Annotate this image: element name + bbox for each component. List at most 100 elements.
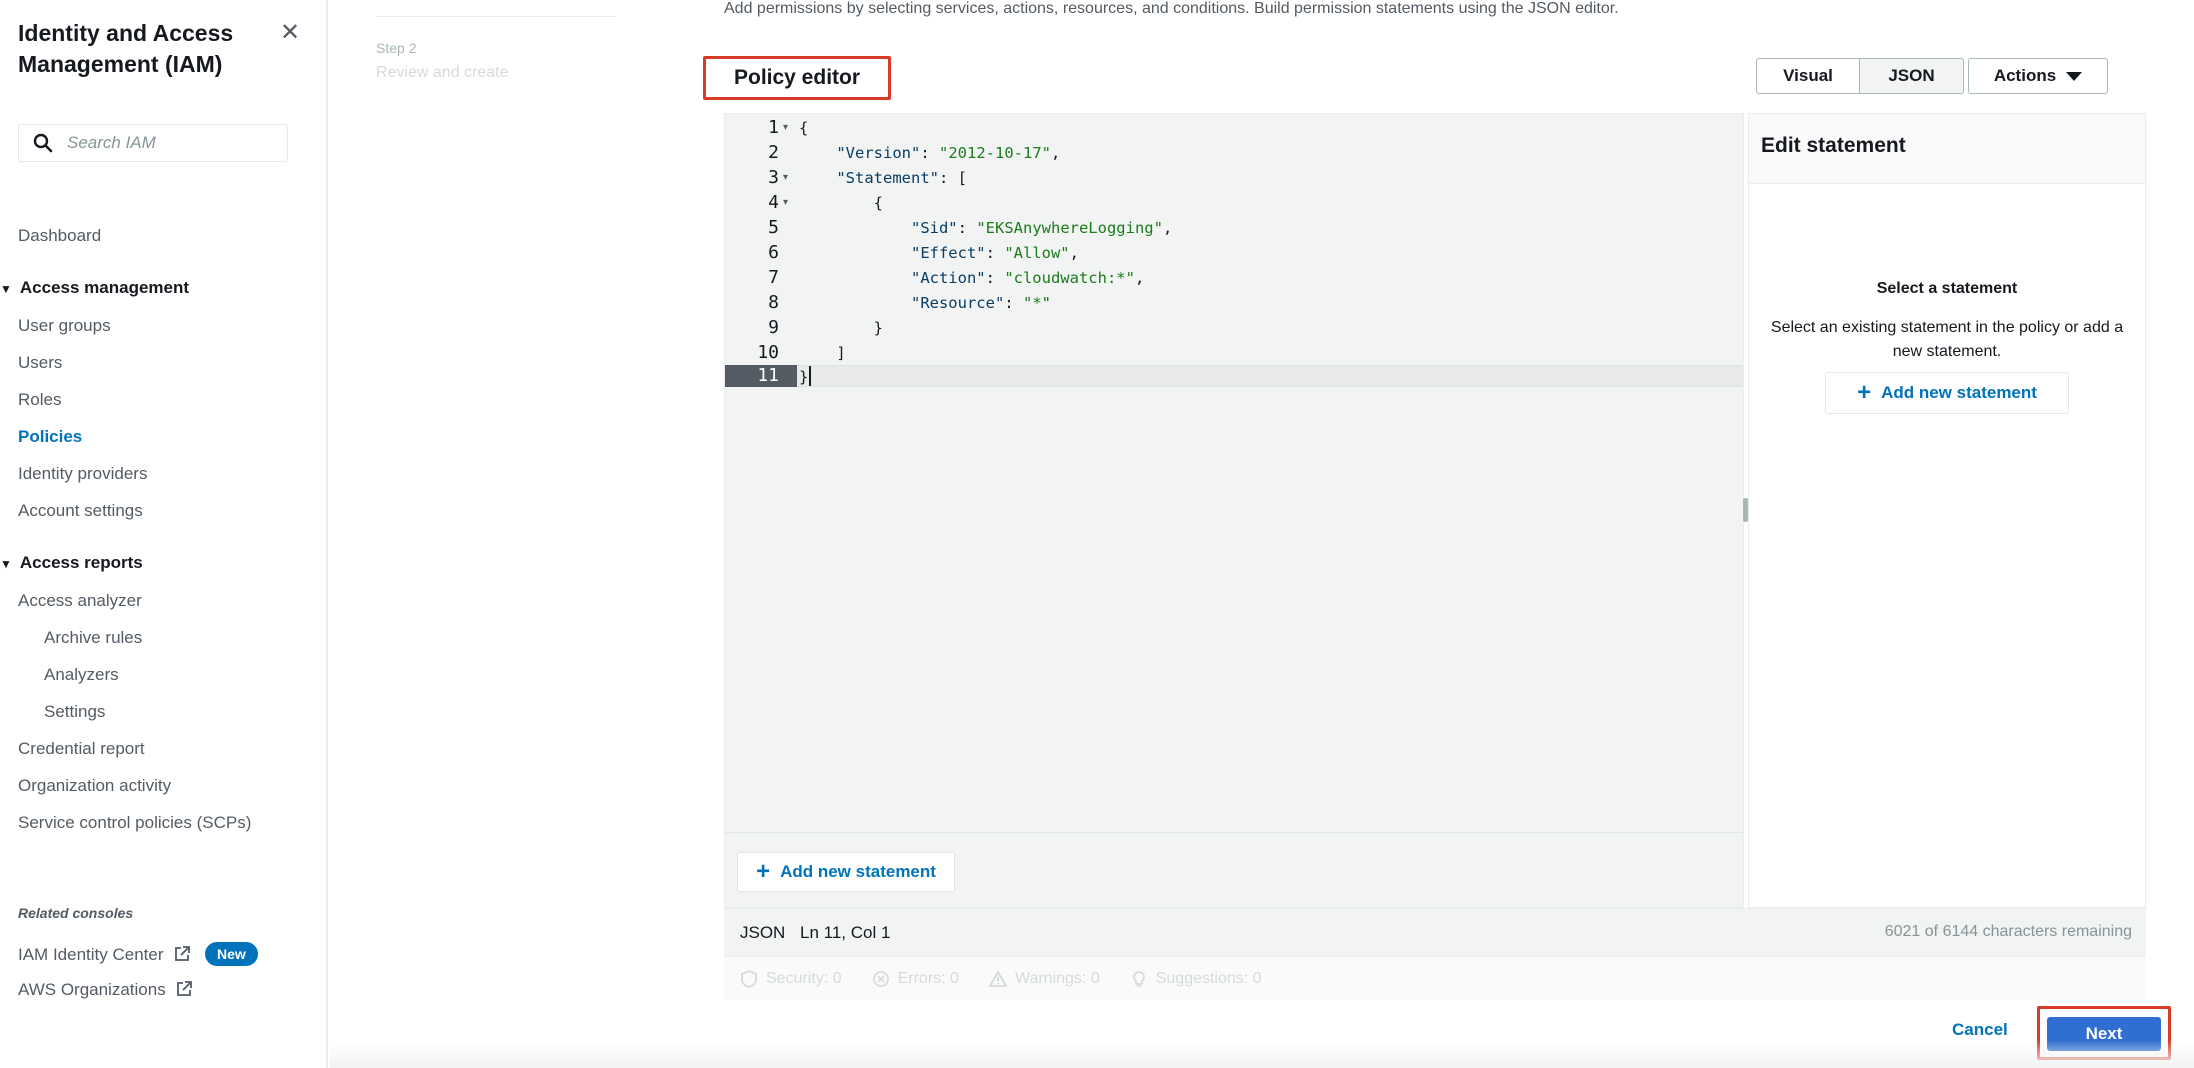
code-line: "Effect": "Allow", [910,244,1079,262]
button-label: Add new statement [1881,383,2037,402]
line-number-active: 11 [725,365,797,387]
code-line: "Sid": "EKSAnywhereLogging", [910,219,1173,237]
characters-remaining: 6021 of 6144 characters remaining [1884,923,2132,940]
security-count[interactable]: Security: 0 [740,970,842,988]
close-icon[interactable]: ✕ [280,18,300,47]
editor-mode-label: JSON [740,923,786,942]
code-line: } [799,319,883,337]
code-line: "Resource": "*" [910,294,1051,312]
select-statement-title: Select a statement [1876,280,2018,297]
editor-status-bar: JSON Ln 11, Col 1 6021 of 6144 character… [724,908,2146,956]
cancel-button[interactable]: Cancel [1952,1020,2008,1040]
editor-mode-toggle: Visual JSON [1756,58,1964,94]
code-line: ] [799,344,846,362]
next-button[interactable]: Next [2047,1017,2161,1051]
step-number: Step 2 [376,40,417,56]
link-label: AWS Organizations [18,980,166,999]
fold-icon[interactable]: ▾ [783,197,788,208]
related-consoles-heading: Related consoles [18,905,134,921]
json-editor[interactable]: 1 ▾ 2 3 ▾ 4 ▾ 5 6 7 8 9 10 11 { "Version… [724,113,1744,908]
warnings-count[interactable]: Warnings: 0 [988,969,1100,988]
sidebar-section-access-reports[interactable]: ▼ Access reports [0,553,143,573]
json-value: "EKSAnywhereLogging" [976,219,1163,237]
code-line: { [799,194,883,212]
json-value: "*" [1022,294,1051,312]
sidebar-title: Identity and Access Management (IAM) [18,20,234,77]
line-number: 10 [757,342,779,363]
sidebar-item-archive-rules[interactable]: Archive rules [44,628,142,648]
sidebar-item-users[interactable]: Users [18,353,62,373]
policy-editor-title: Policy editor [703,56,891,100]
sidebar-item-aws-organizations[interactable]: AWS Organizations [18,980,193,1000]
errors-label: Errors: 0 [897,969,959,987]
panel-add-new-statement-button[interactable]: + Add new statement [1825,372,2069,414]
line-number: 6 [768,242,779,263]
warnings-label: Warnings: 0 [1014,969,1100,987]
suggestions-label: Suggestions: 0 [1155,969,1262,987]
sidebar: Identity and Access Management (IAM) ✕ D… [0,0,328,1068]
line-number: 2 [768,142,779,163]
divider [376,16,616,17]
sidebar-item-access-analyzer[interactable]: Access analyzer [18,591,142,611]
search-box[interactable] [18,124,288,162]
visual-toggle-button[interactable]: Visual [1756,58,1860,94]
suggestions-count[interactable]: Suggestions: 0 [1130,970,1262,988]
code-line: "Action": "cloudwatch:*", [910,269,1145,287]
json-key: "Statement" [836,169,939,187]
shield-icon [741,969,757,988]
sidebar-item-scps[interactable]: Service control policies (SCPs) [18,813,251,833]
plus-icon: + [1857,379,1872,406]
warning-icon [988,969,1007,987]
intro-text: Add permissions by selecting services, a… [724,0,1619,17]
sidebar-item-user-groups[interactable]: User groups [18,316,111,336]
wizard-steps: Step 2 Review and create [330,0,630,1068]
sidebar-item-dashboard[interactable]: Dashboard [18,226,101,246]
search-input[interactable] [67,133,267,153]
sidebar-item-iam-identity-center[interactable]: IAM Identity Center New [18,942,258,966]
cursor-position: Ln 11, Col 1 [800,923,891,942]
next-button-highlight: Next [2037,1006,2171,1060]
json-value: "2012-10-17" [939,144,1051,162]
line-number: 7 [768,267,779,288]
json-toggle-button[interactable]: JSON [1860,58,1964,94]
actions-label: Actions [1993,66,2057,85]
code-line: } [799,368,809,386]
fold-icon[interactable]: ▾ [783,172,788,183]
sidebar-item-settings[interactable]: Settings [44,702,105,722]
line-number-gutter: 1 ▾ 2 3 ▾ 4 ▾ 5 6 7 8 9 10 11 [725,114,797,404]
json-key: "Resource" [910,294,1005,312]
section-label: Access management [19,278,190,297]
select-statement-description: Select an existing statement in the poli… [1770,319,2124,360]
sidebar-item-policies[interactable]: Policies [18,427,82,447]
errors-count[interactable]: Errors: 0 [872,970,959,988]
lightbulb-icon [1132,970,1145,987]
json-value: "cloudwatch:*" [1004,269,1135,287]
line-number: 1 [768,117,779,138]
add-new-statement-button[interactable]: + Add new statement [737,852,955,892]
text-cursor [809,366,811,386]
search-icon [33,133,53,153]
step-review-and-create[interactable]: Review and create [376,64,509,82]
new-badge: New [204,942,258,966]
sidebar-item-analyzers[interactable]: Analyzers [44,665,119,685]
caret-down-icon: ▼ [0,282,12,296]
code-line: { [799,119,809,137]
actions-dropdown-button[interactable]: Actions [1968,58,2108,94]
external-link-icon [177,981,193,996]
sidebar-item-account-settings[interactable]: Account settings [18,501,143,521]
external-link-icon [175,946,191,961]
code-line: "Version": "2012-10-17", [836,144,1061,162]
line-number: 3 [768,167,779,188]
validation-bar: Security: 0 Errors: 0 Warnings: 0 Sugges… [724,956,2146,1000]
sidebar-item-credential-report[interactable]: Credential report [18,739,145,759]
sidebar-section-access-management[interactable]: ▼ Access management [0,278,189,298]
json-key: "Version" [836,144,921,162]
sidebar-item-organization-activity[interactable]: Organization activity [18,776,171,796]
plus-icon: + [756,858,771,885]
fold-icon[interactable]: ▾ [783,122,788,133]
sidebar-item-roles[interactable]: Roles [18,390,61,410]
sidebar-item-identity-providers[interactable]: Identity providers [18,464,147,484]
edit-statement-panel: Edit statement Select a statement Select… [1748,113,2146,908]
json-value: "Allow" [1004,244,1070,262]
panel-header: Edit statement [1749,114,2145,184]
